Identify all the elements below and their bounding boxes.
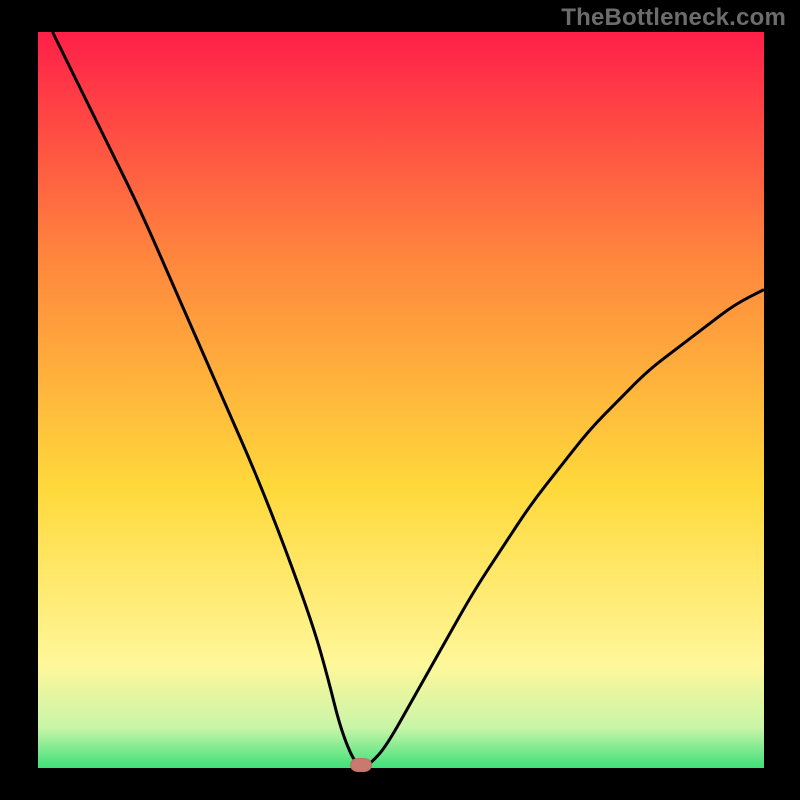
watermark-text: TheBottleneck.com bbox=[561, 4, 786, 32]
plot-background bbox=[38, 32, 764, 768]
bottleneck-chart bbox=[38, 32, 764, 768]
optimum-marker bbox=[350, 758, 372, 772]
chart-frame: TheBottleneck.com bbox=[0, 0, 800, 800]
